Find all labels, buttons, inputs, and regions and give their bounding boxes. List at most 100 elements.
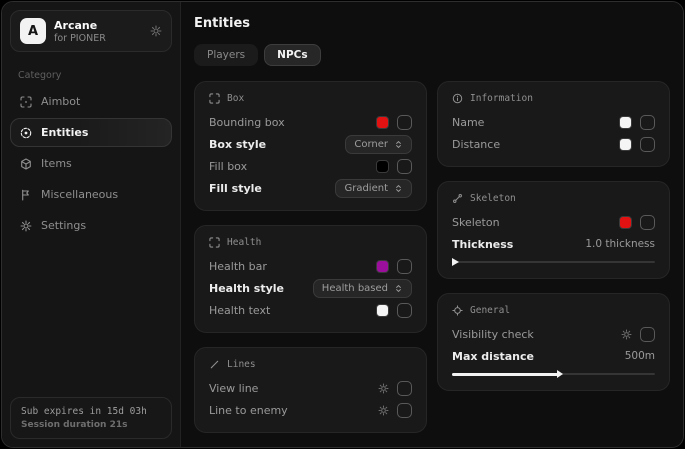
setting-label: Skeleton (452, 216, 619, 229)
fill-style-dropdown[interactable]: Gradient (335, 179, 412, 198)
checkbox[interactable] (397, 403, 412, 418)
setting-label: View line (209, 382, 378, 395)
checkbox[interactable] (397, 303, 412, 318)
slider-value: 1.0 thickness (585, 238, 655, 250)
card-title: Health (227, 237, 261, 248)
setting-row-box-style: Box style Corner (209, 133, 412, 155)
checkbox[interactable] (397, 159, 412, 174)
card-title: Information (470, 93, 533, 104)
card-header: Information (452, 93, 655, 104)
checkbox[interactable] (640, 215, 655, 230)
setting-label: Fill box (209, 160, 376, 173)
setting-label: Box style (209, 138, 345, 151)
checkbox[interactable] (640, 327, 655, 342)
slider-track (452, 261, 655, 263)
color-swatch[interactable] (619, 116, 632, 129)
setting-label: Bounding box (209, 116, 376, 129)
gear-icon[interactable] (621, 329, 632, 340)
slider-handle[interactable] (452, 258, 459, 266)
unfold-icon (394, 283, 403, 294)
setting-row-health-bar: Health bar (209, 255, 412, 277)
dropdown-value: Corner (354, 139, 388, 150)
sidebar: A Arcane for PIONER Category Aimbot (2, 2, 181, 447)
color-swatch[interactable] (376, 260, 389, 273)
unfold-icon (394, 139, 403, 150)
information-card: Information Name Distance (437, 81, 670, 167)
box-style-dropdown[interactable]: Corner (345, 135, 412, 154)
app-header-card: A Arcane for PIONER (10, 10, 172, 52)
gear-icon[interactable] (378, 383, 389, 394)
color-swatch[interactable] (376, 160, 389, 173)
setting-row-fill-box: Fill box (209, 155, 412, 177)
corners-icon (209, 237, 220, 248)
max-distance-slider[interactable] (452, 369, 655, 379)
corners-icon (209, 93, 220, 104)
dropdown-value: Health based (322, 283, 388, 294)
setting-row-health-style: Health style Health based (209, 277, 412, 299)
right-column: Information Name Distance (437, 81, 670, 391)
cube-icon (20, 158, 32, 170)
sidebar-item-label: Items (41, 157, 72, 170)
setting-row-health-text: Health text (209, 299, 412, 321)
subscription-card: Sub expires in 15d 03h Session duration … (10, 397, 172, 439)
category-label: Category (2, 60, 180, 87)
flag-icon (20, 189, 32, 201)
sidebar-item-settings[interactable]: Settings (10, 211, 172, 240)
crosshair-icon (20, 96, 32, 108)
entities-icon (20, 127, 32, 139)
sidebar-item-aimbot[interactable]: Aimbot (10, 87, 172, 116)
sidebar-item-entities[interactable]: Entities (10, 118, 172, 147)
setting-row-view-line: View line (209, 377, 412, 399)
main-panel: Entities Players NPCs Box (181, 2, 683, 447)
card-header: Skeleton (452, 193, 655, 204)
page-title: Entities (194, 16, 670, 31)
checkbox[interactable] (397, 115, 412, 130)
gear-icon[interactable] (378, 405, 389, 416)
checkbox[interactable] (397, 259, 412, 274)
skeleton-card: Skeleton Skeleton Thickness 1.0 thicknes… (437, 181, 670, 279)
sidebar-item-label: Miscellaneous (41, 188, 118, 201)
setting-row-distance: Distance (452, 133, 655, 155)
color-swatch[interactable] (376, 116, 389, 129)
app-titles: Arcane for PIONER (54, 19, 106, 44)
setting-label: Distance (452, 138, 619, 151)
setting-label: Visibility check (452, 328, 621, 341)
dropdown-value: Gradient (344, 183, 388, 194)
lines-card: Lines View line (194, 347, 427, 433)
tab-bar: Players NPCs (194, 44, 670, 66)
app-logo: A (20, 18, 46, 44)
color-swatch[interactable] (619, 216, 632, 229)
setting-row-name: Name (452, 111, 655, 133)
gear-icon (20, 220, 32, 232)
setting-row-max-distance: Max distance 500m (452, 345, 655, 367)
tab-npcs[interactable]: NPCs (264, 44, 320, 66)
health-style-dropdown[interactable]: Health based (313, 279, 412, 298)
session-duration-text: Session duration 21s (21, 420, 161, 430)
checkbox[interactable] (397, 381, 412, 396)
color-swatch[interactable] (619, 138, 632, 151)
card-header: Lines (209, 359, 412, 370)
tab-players[interactable]: Players (194, 44, 258, 66)
color-swatch[interactable] (376, 304, 389, 317)
setting-row-thickness: Thickness 1.0 thickness (452, 233, 655, 255)
sidebar-item-miscellaneous[interactable]: Miscellaneous (10, 180, 172, 209)
sidebar-item-items[interactable]: Items (10, 149, 172, 178)
card-header: Box (209, 93, 412, 104)
slider-fill[interactable] (452, 373, 558, 376)
setting-row-fill-style: Fill style Gradient (209, 177, 412, 199)
card-title: Box (227, 93, 244, 104)
crosshair-icon (452, 305, 463, 316)
app-window: A Arcane for PIONER Category Aimbot (1, 1, 684, 448)
setting-row-skeleton: Skeleton (452, 211, 655, 233)
card-header: Health (209, 237, 412, 248)
slider-value: 500m (625, 350, 655, 362)
card-title: General (470, 305, 510, 316)
checkbox[interactable] (640, 115, 655, 130)
setting-row-line-to-enemy: Line to enemy (209, 399, 412, 421)
sub-expiry-text: Sub expires in 15d 03h (21, 406, 161, 417)
app-subtitle: for PIONER (54, 33, 106, 44)
checkbox[interactable] (640, 137, 655, 152)
gear-icon[interactable] (150, 25, 162, 37)
setting-label: Thickness (452, 238, 585, 251)
thickness-slider[interactable] (452, 257, 655, 267)
